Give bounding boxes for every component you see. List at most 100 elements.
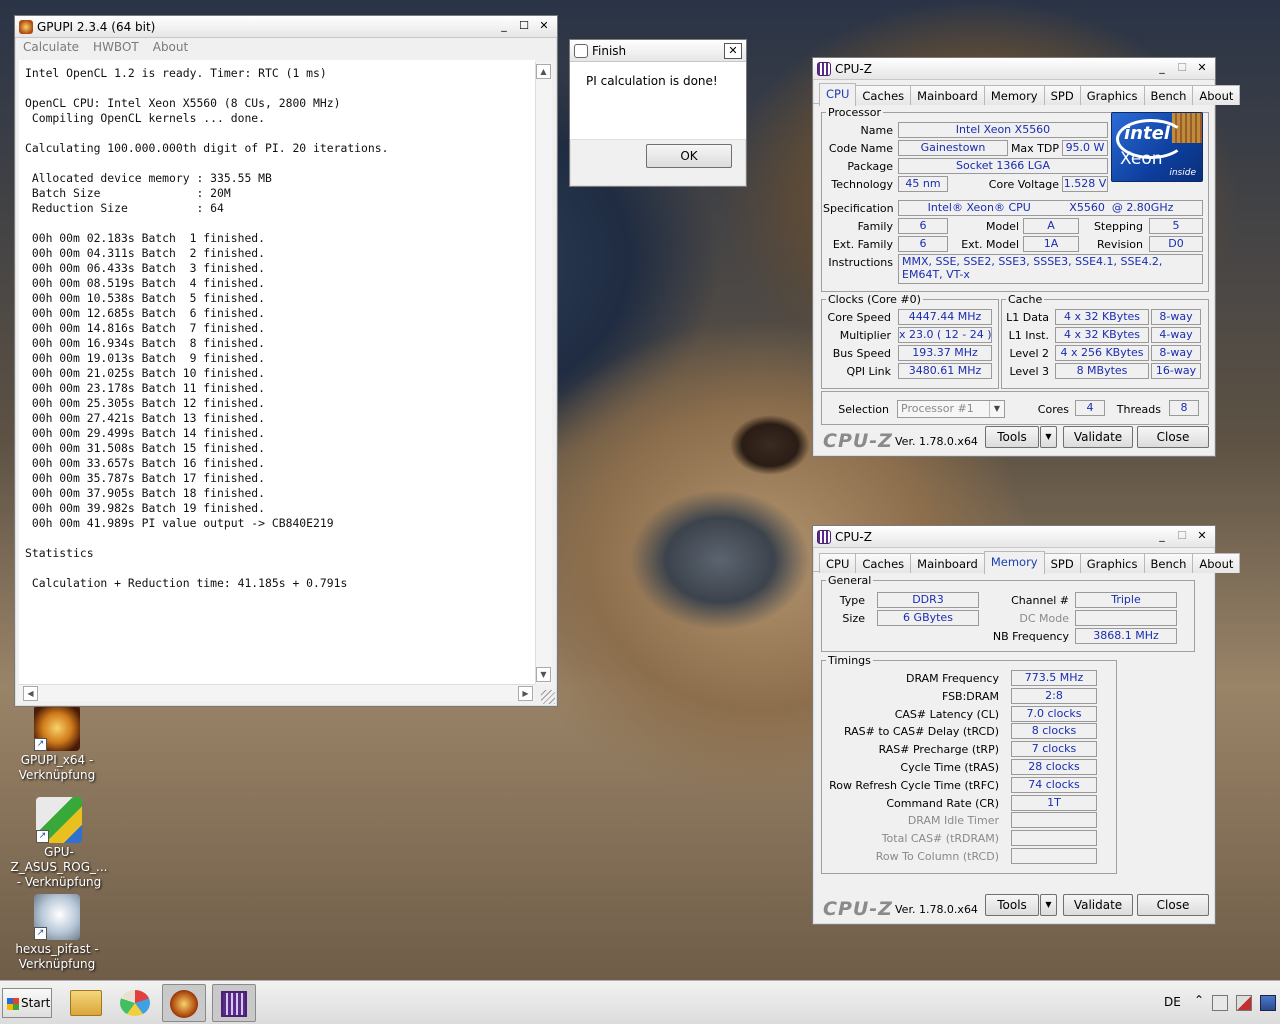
menu-calculate[interactable]: Calculate xyxy=(23,40,79,56)
close-button[interactable]: ✕ xyxy=(535,19,553,35)
tab-mainboard[interactable]: Mainboard xyxy=(910,85,985,105)
close-app-button[interactable]: Close xyxy=(1137,426,1209,448)
menu-about[interactable]: About xyxy=(153,40,188,56)
close-button[interactable]: ✕ xyxy=(724,42,742,59)
timing-value: 8 clocks xyxy=(1011,723,1097,740)
corespeed-label: Core Speed xyxy=(827,311,891,324)
shortcut-arrow-icon: ↗ xyxy=(34,927,47,940)
timing-value: 773.5 MHz xyxy=(1011,670,1097,686)
tab-spd[interactable]: SPD xyxy=(1043,553,1081,573)
close-button[interactable]: ✕ xyxy=(1193,529,1211,545)
threads-value: 8 xyxy=(1169,400,1199,416)
tab-mainboard[interactable]: Mainboard xyxy=(910,553,985,573)
tab-cpu[interactable]: CPU xyxy=(819,83,857,106)
pifast-icon: ↗ xyxy=(34,894,80,940)
validate-button[interactable]: Validate xyxy=(1063,894,1133,916)
level2-assoc: 8-way xyxy=(1151,345,1201,361)
cpuz-titlebar[interactable]: CPU-Z _ ☐ ✕ xyxy=(813,526,1215,548)
ok-button[interactable]: OK xyxy=(646,144,732,168)
desktop-icon-hexus-pifast[interactable]: ↗ hexus_pifast - Verknüpfung xyxy=(2,894,112,972)
nbfrequency-value: 3868.1 MHz xyxy=(1075,628,1177,644)
timing-label: Row Refresh Cycle Time (tRFC) xyxy=(829,778,999,792)
group-label: General xyxy=(828,574,872,587)
gpupi-window: GPUPI 2.3.4 (64 bit) _ ☐ ✕ Calculate HWB… xyxy=(14,15,558,707)
tab-bench[interactable]: Bench xyxy=(1143,85,1194,105)
log-line: Statistics xyxy=(25,546,94,560)
maximize-button[interactable]: ☐ xyxy=(515,19,533,35)
revision-value: D0 xyxy=(1149,236,1203,252)
vertical-scrollbar[interactable]: ▲ ▼ xyxy=(535,62,552,684)
gpupi-app-icon xyxy=(19,19,33,34)
processor-select[interactable]: Processor #1 ▼ xyxy=(897,400,1005,418)
finish-titlebar[interactable]: Finish ✕ xyxy=(570,40,746,62)
tray-display-icon[interactable] xyxy=(1260,995,1276,1011)
codename-value: Gainestown xyxy=(898,140,1008,156)
close-button[interactable]: ✕ xyxy=(1193,61,1211,77)
validate-button[interactable]: Validate xyxy=(1063,426,1133,448)
log-line: Allocated device memory : 335.55 MB xyxy=(25,171,272,185)
dialog-message: PI calculation is done! xyxy=(570,62,746,140)
scroll-down-icon[interactable]: ▼ xyxy=(536,667,551,682)
minimize-button[interactable]: _ xyxy=(1153,61,1171,77)
dialog-app-icon xyxy=(574,43,588,58)
stepping-label: Stepping xyxy=(1093,220,1143,233)
horizontal-scrollbar[interactable]: ◀ ▶ xyxy=(19,684,535,701)
scroll-up-icon[interactable]: ▲ xyxy=(536,64,551,79)
taskbar-paint[interactable] xyxy=(114,984,158,1022)
extfamily-value: 6 xyxy=(898,236,948,252)
group-label: Processor xyxy=(828,106,881,119)
shortcut-arrow-icon: ↗ xyxy=(34,738,47,751)
level3-value: 8 MBytes xyxy=(1055,363,1149,379)
maximize-button[interactable]: ☐ xyxy=(1173,61,1191,77)
show-hidden-icons-chevron-icon[interactable]: ⌃ xyxy=(1194,993,1204,1007)
minimize-button[interactable]: _ xyxy=(495,19,513,35)
desktop-icon-label: hexus_pifast - xyxy=(15,942,99,956)
log-line: 00h 00m 19.013s Batch 9 finished. xyxy=(25,351,266,365)
close-app-button[interactable]: Close xyxy=(1137,894,1209,916)
tools-dropdown-chevron-icon[interactable]: ▼ xyxy=(1040,894,1057,916)
gpupi-titlebar[interactable]: GPUPI 2.3.4 (64 bit) _ ☐ ✕ xyxy=(15,16,557,38)
multiplier-label: Multiplier xyxy=(839,329,891,342)
desktop-icon-gpuz[interactable]: ↗ GPU-Z_ASUS_ROG_... - Verknüpfung xyxy=(4,797,114,890)
taskbar-explorer[interactable] xyxy=(64,984,108,1022)
tab-caches[interactable]: Caches xyxy=(855,553,912,573)
taskbar-gpupi[interactable] xyxy=(162,984,206,1022)
tab-spd[interactable]: SPD xyxy=(1043,85,1081,105)
minimize-button[interactable]: _ xyxy=(1153,529,1171,545)
output-log[interactable]: Intel OpenCL 1.2 is ready. Timer: RTC (1… xyxy=(19,60,535,684)
logo-brand: intel xyxy=(1124,123,1170,144)
timing-value xyxy=(1011,812,1097,829)
menu-hwbot[interactable]: HWBOT xyxy=(93,40,139,56)
tab-about[interactable]: About xyxy=(1192,553,1241,573)
tab-graphics[interactable]: Graphics xyxy=(1079,553,1145,573)
resize-grip-icon[interactable] xyxy=(541,690,555,704)
tab-graphics[interactable]: Graphics xyxy=(1079,85,1145,105)
tools-button[interactable]: Tools xyxy=(985,426,1039,448)
intel-xeon-logo: intel Xeon inside xyxy=(1111,112,1203,182)
maximize-button[interactable]: ☐ xyxy=(1173,529,1191,545)
taskbar-cpuz[interactable] xyxy=(212,984,256,1022)
tab-about[interactable]: About xyxy=(1192,85,1241,105)
scroll-left-icon[interactable]: ◀ xyxy=(23,686,38,701)
type-value: DDR3 xyxy=(877,592,979,608)
tray-network-icon[interactable] xyxy=(1212,995,1228,1011)
tab-caches[interactable]: Caches xyxy=(855,85,912,105)
language-indicator[interactable]: DE xyxy=(1164,995,1181,1009)
start-button[interactable]: Start xyxy=(2,988,52,1018)
tools-button[interactable]: Tools xyxy=(985,894,1039,916)
log-line: 00h 00m 14.816s Batch 7 finished. xyxy=(25,321,266,335)
logo-tag: inside xyxy=(1169,168,1196,178)
scroll-right-icon[interactable]: ▶ xyxy=(518,686,533,701)
tab-cpu[interactable]: CPU xyxy=(819,553,857,573)
cpuz-brand: CPU-Z xyxy=(823,898,893,920)
tab-memory[interactable]: Memory xyxy=(983,551,1045,574)
tab-memory[interactable]: Memory xyxy=(983,85,1045,105)
desktop-icon-gpupi[interactable]: ↗ GPUPI_x64 - Verknüpfung xyxy=(2,705,112,783)
log-line: 00h 00m 06.433s Batch 3 finished. xyxy=(25,261,266,275)
cpuz-titlebar[interactable]: CPU-Z _ ☐ ✕ xyxy=(813,58,1215,80)
extfamily-label: Ext. Family xyxy=(832,238,893,251)
tab-bench[interactable]: Bench xyxy=(1143,553,1194,573)
tools-dropdown-chevron-icon[interactable]: ▼ xyxy=(1040,426,1057,448)
name-label: Name xyxy=(860,124,893,137)
tray-action-center-icon[interactable] xyxy=(1236,995,1252,1011)
